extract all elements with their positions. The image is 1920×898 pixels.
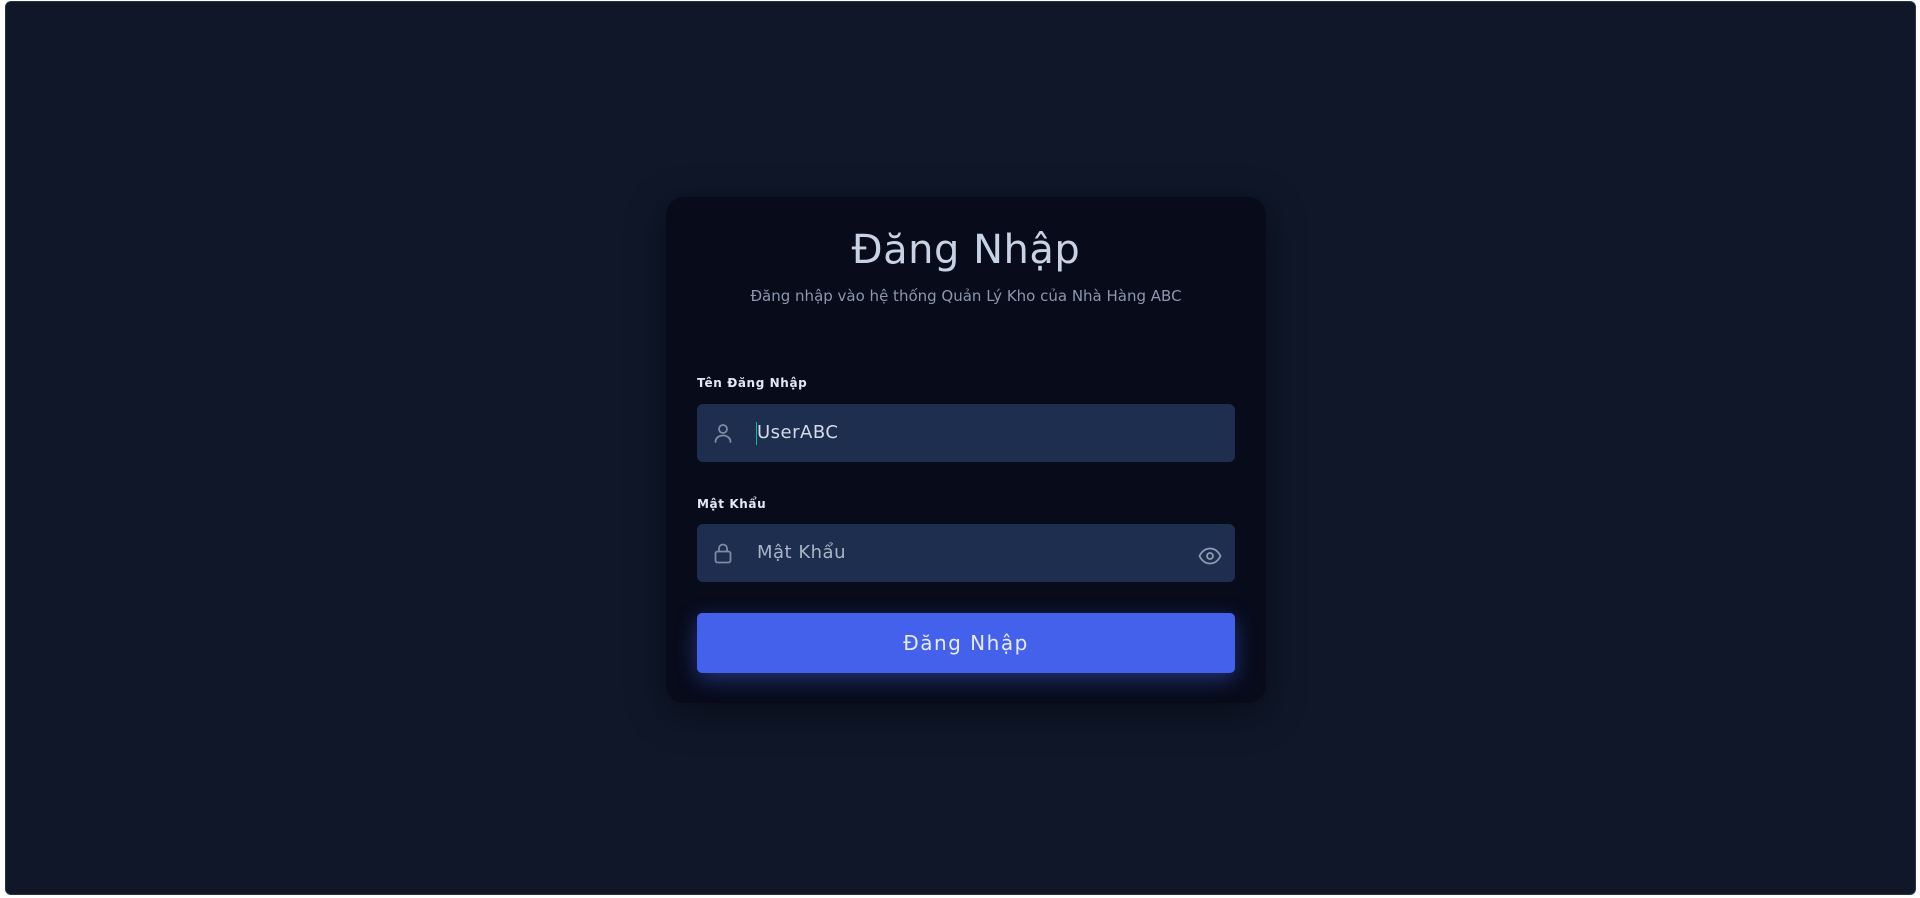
- username-field[interactable]: UserABC: [697, 404, 1235, 462]
- app-frame: Đăng Nhập Đăng nhập vào hệ thống Quản Lý…: [5, 1, 1916, 895]
- user-icon: [714, 424, 732, 443]
- lock-icon: [714, 543, 732, 564]
- login-button[interactable]: Đăng Nhập: [697, 613, 1235, 673]
- password-placeholder[interactable]: Mật Khẩu: [757, 524, 846, 582]
- username-value[interactable]: UserABC: [757, 404, 838, 462]
- username-label: Tên Đăng Nhập: [697, 376, 808, 390]
- page-title: Đăng Nhập: [851, 227, 1081, 273]
- page-subtitle: Đăng nhập vào hệ thống Quản Lý Kho của N…: [750, 287, 1182, 305]
- password-field[interactable]: Mật Khẩu: [697, 524, 1235, 582]
- password-label: Mật Khẩu: [697, 497, 767, 511]
- login-card: Đăng Nhập Đăng nhập vào hệ thống Quản Lý…: [666, 197, 1266, 703]
- eye-icon[interactable]: [1198, 546, 1222, 566]
